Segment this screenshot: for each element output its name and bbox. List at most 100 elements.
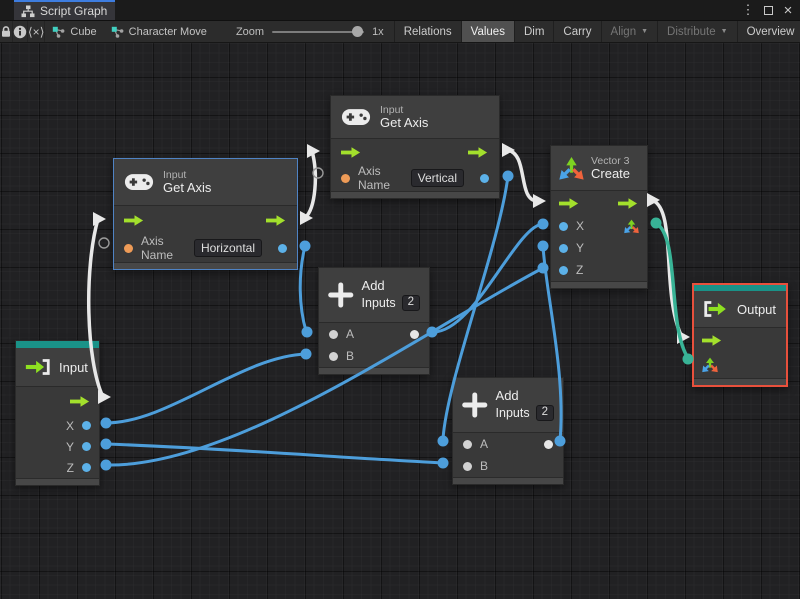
value-in-port-dot[interactable] <box>559 243 568 253</box>
connection-endpoint <box>299 240 311 252</box>
lock-button[interactable] <box>0 21 13 42</box>
value-in-port-dot[interactable] <box>559 221 568 231</box>
wire-value[interactable] <box>105 352 307 425</box>
wire-vector3[interactable] <box>654 221 690 359</box>
vector3-in-port-icon[interactable] <box>702 357 718 373</box>
breadcrumb-label: Cube <box>70 25 97 38</box>
string-port-dot[interactable] <box>124 243 133 253</box>
connection-endpoint <box>502 170 514 182</box>
output-icon <box>704 301 726 317</box>
port-label: A <box>480 437 489 451</box>
connection-endpoint <box>100 459 112 471</box>
wire-value[interactable] <box>105 442 444 465</box>
node-get-axis-horizontal[interactable]: Input Get Axis Axis Name Horizontal <box>113 158 298 270</box>
flow-in-port[interactable] <box>559 197 580 210</box>
code-preview-button[interactable]: ⟨×⟩ <box>28 21 46 42</box>
node-graph-output[interactable]: Output <box>692 283 788 387</box>
flow-connection-arrow <box>677 330 690 344</box>
flow-connection-arrow <box>533 194 546 208</box>
inputs-count-field[interactable]: 2 <box>401 295 420 311</box>
flow-out-port[interactable] <box>468 146 489 159</box>
value-out-port-dot[interactable] <box>410 329 419 339</box>
value-out-port-dot[interactable] <box>82 463 91 472</box>
flow-out-port[interactable] <box>618 197 639 210</box>
node-accent-bar <box>16 341 99 348</box>
flow-in-port[interactable] <box>124 214 145 227</box>
info-icon <box>13 25 27 38</box>
window-menu-icon[interactable]: ⋮ <box>740 2 756 18</box>
wire-flow[interactable] <box>506 148 538 203</box>
graph-asset-icon <box>53 26 65 38</box>
node-get-axis-vertical[interactable]: Input Get Axis Axis Name Vertical <box>330 95 500 199</box>
axis-name-field[interactable]: Vertical <box>410 169 464 187</box>
string-port-dot[interactable] <box>341 173 350 183</box>
wire-value[interactable] <box>431 222 544 334</box>
connection-endpoint <box>437 457 449 469</box>
value-in-port-dot[interactable] <box>463 439 472 449</box>
close-icon[interactable]: × <box>780 2 796 19</box>
wire-flow[interactable] <box>303 150 318 220</box>
value-out-port-dot[interactable] <box>278 243 287 253</box>
node-graph-input[interactable]: Input X Y Z <box>15 340 100 486</box>
value-out-port-dot[interactable] <box>82 421 91 430</box>
unconnected-port-ring[interactable] <box>312 167 324 179</box>
connection-endpoint <box>537 218 549 230</box>
port-label: A <box>346 327 355 341</box>
value-in-port-dot[interactable] <box>559 265 568 275</box>
wire-flow[interactable] <box>651 198 683 336</box>
value-out-port-dot[interactable] <box>82 442 91 451</box>
vector3-icon <box>559 156 584 180</box>
port-label: Axis Name <box>358 164 391 192</box>
node-title: Output <box>737 301 777 317</box>
value-in-port-dot[interactable] <box>329 329 338 339</box>
node-add-2[interactable]: Add Inputs 2 A B <box>452 377 564 485</box>
tab-script-graph[interactable]: Script Graph <box>14 0 115 20</box>
connection-endpoint <box>300 348 312 360</box>
node-vector3-create[interactable]: Vector 3 Create X Y Z <box>550 145 648 289</box>
breadcrumb-character-move[interactable]: Character Move <box>104 21 214 42</box>
node-footer <box>551 281 647 288</box>
flow-connection-arrow <box>93 212 106 226</box>
value-out-port-dot[interactable] <box>544 439 553 449</box>
maximize-glyph <box>763 5 773 15</box>
breadcrumb-label: Character Move <box>128 25 207 38</box>
dropdown-distribute[interactable]: Distribute ▼ <box>657 21 737 42</box>
toolbar-toggle-group: Relations Values Dim Carry Align ▼ Distr… <box>393 21 800 42</box>
vector3-out-port-icon[interactable] <box>624 219 639 234</box>
graph-canvas[interactable]: Input Get Axis Axis Name Vertical Input … <box>0 43 800 599</box>
zoom-slider[interactable] <box>272 26 365 37</box>
flow-in-port[interactable] <box>702 334 723 347</box>
node-title: Add <box>495 388 519 404</box>
axis-name-field[interactable]: Horizontal <box>193 239 262 257</box>
dropdown-distribute-label: Distribute <box>667 25 716 38</box>
node-title: Get Axis <box>163 179 212 195</box>
node-add-1[interactable]: Add Inputs 2 A B <box>318 267 430 375</box>
flow-connection-arrow <box>502 143 515 157</box>
value-in-port-dot[interactable] <box>463 461 472 471</box>
maximize-icon[interactable] <box>760 2 776 18</box>
graph-toolbar: ⟨×⟩ Cube Character Move Zoom 1x Relation… <box>0 21 800 43</box>
zoom-slider-handle[interactable] <box>351 26 363 37</box>
value-in-port-dot[interactable] <box>329 351 338 361</box>
port-label: X <box>576 219 585 233</box>
flow-out-port[interactable] <box>266 214 287 227</box>
wire-value[interactable] <box>298 245 308 332</box>
connection-endpoint <box>100 417 112 429</box>
info-button[interactable] <box>13 21 28 42</box>
toggle-values[interactable]: Values <box>460 21 514 42</box>
padlock-icon <box>2 26 10 37</box>
breadcrumb-cube[interactable]: Cube <box>45 21 103 42</box>
inputs-count-field[interactable]: 2 <box>535 405 554 421</box>
toggle-overview[interactable]: Overview <box>736 21 800 42</box>
flow-out-port[interactable] <box>70 395 91 408</box>
value-out-port-dot[interactable] <box>480 173 489 183</box>
unconnected-port-ring[interactable] <box>98 237 110 249</box>
flow-in-port[interactable] <box>341 146 362 159</box>
node-subtitle: Vector 3 <box>591 154 630 167</box>
dropdown-align[interactable]: Align ▼ <box>600 21 658 42</box>
toggle-dim[interactable]: Dim <box>513 21 553 42</box>
node-footer <box>694 378 786 385</box>
toggle-relations[interactable]: Relations <box>393 21 461 42</box>
toggle-carry[interactable]: Carry <box>553 21 600 42</box>
connection-endpoint <box>437 435 449 447</box>
